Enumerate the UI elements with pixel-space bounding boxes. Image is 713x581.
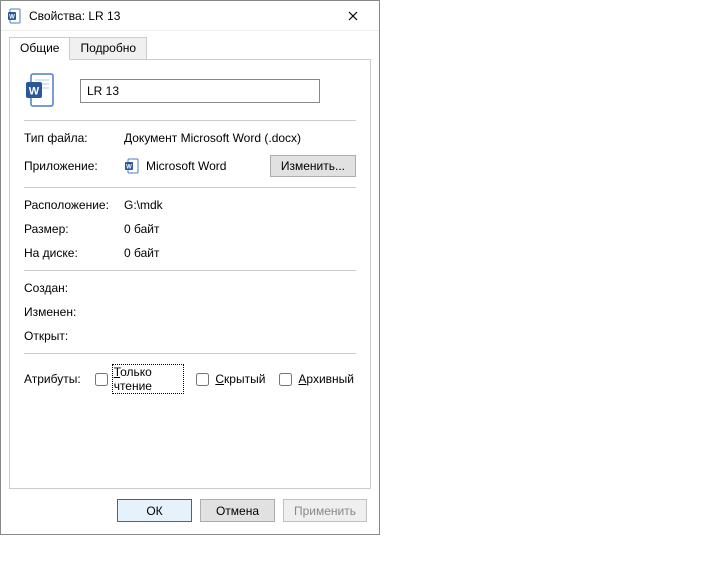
word-doc-icon: W (7, 8, 23, 24)
checkbox-readonly-input[interactable] (95, 373, 108, 386)
apply-button[interactable]: Применить (283, 499, 367, 522)
checkbox-archive-input[interactable] (279, 373, 292, 386)
separator (24, 353, 356, 354)
change-app-button-label: Изменить... (281, 159, 345, 173)
word-doc-large-icon: W (24, 72, 56, 110)
titlebar: W Свойства: LR 13 (1, 1, 379, 31)
change-app-button[interactable]: Изменить... (270, 155, 356, 177)
tab-general[interactable]: Общие (9, 37, 70, 60)
separator (24, 120, 356, 121)
label-location: Расположение: (24, 198, 124, 212)
label-created: Создан: (24, 281, 124, 295)
tab-details[interactable]: Подробно (69, 37, 147, 59)
window-title: Свойства: LR 13 (29, 9, 330, 23)
checkbox-archive-label: Архивный (296, 371, 356, 387)
apply-button-label: Применить (294, 504, 356, 518)
tab-panel-general: W Тип файла: Документ Microsoft Word (.d… (9, 59, 371, 489)
filename-row: W (24, 72, 356, 110)
filename-input[interactable] (80, 79, 320, 103)
value-size: 0 байт (124, 222, 356, 236)
value-application-cell: W Microsoft Word (124, 158, 270, 174)
separator (24, 270, 356, 271)
word-app-icon: W (124, 158, 140, 174)
file-info-grid: Тип файла: Документ Microsoft Word (.doc… (24, 131, 356, 177)
checkbox-hidden[interactable]: Скрытый (196, 371, 267, 387)
ok-button[interactable]: ОК (117, 499, 192, 522)
close-button[interactable] (330, 2, 375, 30)
label-application: Приложение: (24, 159, 124, 173)
label-file-type: Тип файла: (24, 131, 124, 145)
value-application: Microsoft Word (146, 159, 226, 173)
svg-text:W: W (126, 165, 132, 171)
tab-strip: Общие Подробно (1, 31, 379, 59)
label-accessed: Открыт: (24, 329, 124, 343)
checkbox-hidden-input[interactable] (196, 373, 209, 386)
properties-dialog: W Свойства: LR 13 Общие Подробно W (0, 0, 380, 535)
cancel-button-label: Отмена (216, 504, 259, 518)
ok-button-label: ОК (146, 504, 162, 518)
svg-text:W: W (29, 86, 40, 98)
cancel-button[interactable]: Отмена (200, 499, 275, 522)
tab-general-label: Общие (20, 41, 59, 55)
dialog-footer: ОК Отмена Применить (1, 499, 379, 534)
label-size: Размер: (24, 222, 124, 236)
label-attributes: Атрибуты: (24, 372, 81, 386)
label-modified: Изменен: (24, 305, 124, 319)
location-grid: Расположение: G:\mdk Размер: 0 байт На д… (24, 198, 356, 260)
checkbox-readonly[interactable]: Только чтение (95, 364, 185, 394)
label-size-on-disk: На диске: (24, 246, 124, 260)
svg-text:W: W (9, 14, 15, 20)
tab-details-label: Подробно (80, 41, 136, 55)
checkbox-hidden-label: Скрытый (213, 371, 267, 387)
value-location: G:\mdk (124, 198, 356, 212)
value-size-on-disk: 0 байт (124, 246, 356, 260)
dates-grid: Создан: Изменен: Открыт: (24, 281, 356, 343)
separator (24, 187, 356, 188)
attributes-row: Атрибуты: Только чтение Скрытый Архивный (24, 364, 356, 394)
value-file-type: Документ Microsoft Word (.docx) (124, 131, 356, 145)
checkbox-archive[interactable]: Архивный (279, 371, 356, 387)
checkbox-readonly-label: Только чтение (112, 364, 185, 394)
